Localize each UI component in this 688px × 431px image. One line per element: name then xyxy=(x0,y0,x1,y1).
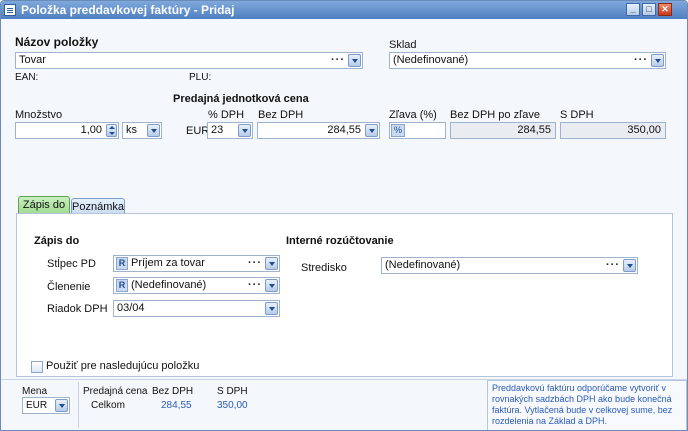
info-note: Preddavkovú faktúru odporúčame vytvoriť … xyxy=(487,380,687,430)
net-price-value: 284,55 xyxy=(327,124,361,136)
warehouse-chevron-down-icon[interactable] xyxy=(651,54,664,67)
column-select[interactable]: R Príjem za tovar ··· xyxy=(113,255,280,272)
close-button[interactable]: ✕ xyxy=(658,3,672,16)
footer-net-header: Bez DPH xyxy=(152,386,194,397)
tab-panel-zapis-do: Zápis do Stĺpec PD R Príjem za tovar ···… xyxy=(16,213,673,377)
tab-zapis-do[interactable]: Zápis do xyxy=(18,196,70,214)
item-name-chevron-down-icon[interactable] xyxy=(348,54,361,67)
internal-section-title: Interné rozúčtovanie xyxy=(286,235,394,247)
title-bar: Položka preddavkovej faktúry - Pridaj _ … xyxy=(1,1,687,19)
footer-currency-label: Mena xyxy=(22,386,48,397)
breakdown-type-badge: R xyxy=(116,279,128,292)
footer-currency-select[interactable]: EUR xyxy=(22,397,70,414)
footer-gross-total: 350,00 xyxy=(217,400,248,411)
item-name-more-icon[interactable]: ··· xyxy=(331,53,345,68)
discount-field[interactable]: % xyxy=(389,122,446,139)
unit-select[interactable]: ks xyxy=(122,122,162,139)
reuse-checkbox-label: Použiť pre nasledujúcu položku xyxy=(46,360,200,372)
footer-currency-chevron-down-icon[interactable] xyxy=(55,399,68,412)
vat-row-chevron-down-icon[interactable] xyxy=(265,302,278,315)
column-type-badge: R xyxy=(116,257,128,270)
breakdown-label: Členenie xyxy=(47,281,91,293)
discount-label: Zľava (%) xyxy=(389,109,437,121)
item-name-value: Tovar xyxy=(19,54,46,66)
breakdown-chevron-down-icon[interactable] xyxy=(265,279,278,292)
vat-pct-value: 23 xyxy=(211,124,224,136)
spinner-icon[interactable] xyxy=(106,124,117,137)
center-select[interactable]: (Nedefinované) ··· xyxy=(381,257,638,274)
warehouse-value: (Nedefinované) xyxy=(393,54,469,66)
net-price-field[interactable]: 284,55 xyxy=(257,122,380,139)
column-more-icon[interactable]: ··· xyxy=(248,256,262,271)
item-name-field[interactable]: Tovar ··· xyxy=(15,52,363,69)
center-chevron-down-icon[interactable] xyxy=(623,259,636,272)
quantity-stepper[interactable]: 1,00 xyxy=(15,122,119,139)
net-after-discount-label: Bez DPH po zľave xyxy=(450,109,541,121)
vat-row-select[interactable]: 03/04 xyxy=(113,300,280,317)
footer-vertical-divider xyxy=(78,382,79,428)
currency-label: EUR xyxy=(186,125,210,137)
net-price-label: Bez DPH xyxy=(258,109,304,121)
vat-pct-label: % DPH xyxy=(208,109,245,121)
tab-poznamka[interactable]: Poznámka xyxy=(71,198,125,214)
unit-chevron-down-icon[interactable] xyxy=(147,124,160,137)
zapis-section-title: Zápis do xyxy=(34,235,80,247)
vat-row-value: 03/04 xyxy=(117,302,145,314)
unit-value: ks xyxy=(126,124,137,136)
net-price-chevron-down-icon[interactable] xyxy=(365,124,378,137)
warehouse-more-icon[interactable]: ··· xyxy=(634,53,648,68)
column-label: Stĺpec PD xyxy=(47,258,96,270)
net-after-discount-value: 284,55 xyxy=(517,124,551,136)
quantity-label: Množstvo xyxy=(15,109,63,121)
center-more-icon[interactable]: ··· xyxy=(606,258,620,273)
vat-pct-chevron-down-icon[interactable] xyxy=(238,124,251,137)
footer-gross-header: S DPH xyxy=(217,386,248,397)
percent-icon: % xyxy=(391,124,405,137)
net-after-discount-field: 284,55 xyxy=(450,122,556,139)
gross-price-value: 350,00 xyxy=(627,124,661,136)
footer-currency-value: EUR xyxy=(26,400,48,411)
breakdown-more-icon[interactable]: ··· xyxy=(248,278,262,293)
price-section-title: Predajná jednotková cena xyxy=(173,93,309,105)
column-value: Príjem za tovar xyxy=(131,257,205,269)
window-title: Položka preddavkovej faktúry - Pridaj xyxy=(21,3,235,17)
warehouse-label: Sklad xyxy=(389,39,417,51)
footer-total-label: Celkom xyxy=(91,400,125,411)
minimize-button[interactable]: _ xyxy=(626,3,640,16)
quantity-value: 1,00 xyxy=(80,124,102,136)
item-name-label: Názov položky xyxy=(15,35,99,49)
document-icon xyxy=(4,4,16,16)
maximize-button[interactable]: □ xyxy=(642,3,656,16)
reuse-checkbox[interactable] xyxy=(31,361,43,373)
center-value: (Nedefinované) xyxy=(385,259,461,271)
gross-price-label: S DPH xyxy=(560,109,594,121)
vat-pct-select[interactable]: 23 xyxy=(207,122,253,139)
footer-price-label: Predajná cena xyxy=(83,386,148,397)
gross-price-field: 350,00 xyxy=(560,122,666,139)
footer-net-total: 284,55 xyxy=(161,400,192,411)
vat-row-label: Riadok DPH xyxy=(47,303,108,315)
plu-label: PLU: xyxy=(189,72,212,83)
column-chevron-down-icon[interactable] xyxy=(265,257,278,270)
center-label: Stredisko xyxy=(301,262,347,274)
warehouse-field[interactable]: (Nedefinované) ··· xyxy=(389,52,666,69)
ean-label: EAN: xyxy=(15,72,39,83)
breakdown-value: (Nedefinované) xyxy=(131,279,207,291)
breakdown-select[interactable]: R (Nedefinované) ··· xyxy=(113,277,280,294)
dialog-window: Položka preddavkovej faktúry - Pridaj _ … xyxy=(0,0,688,431)
